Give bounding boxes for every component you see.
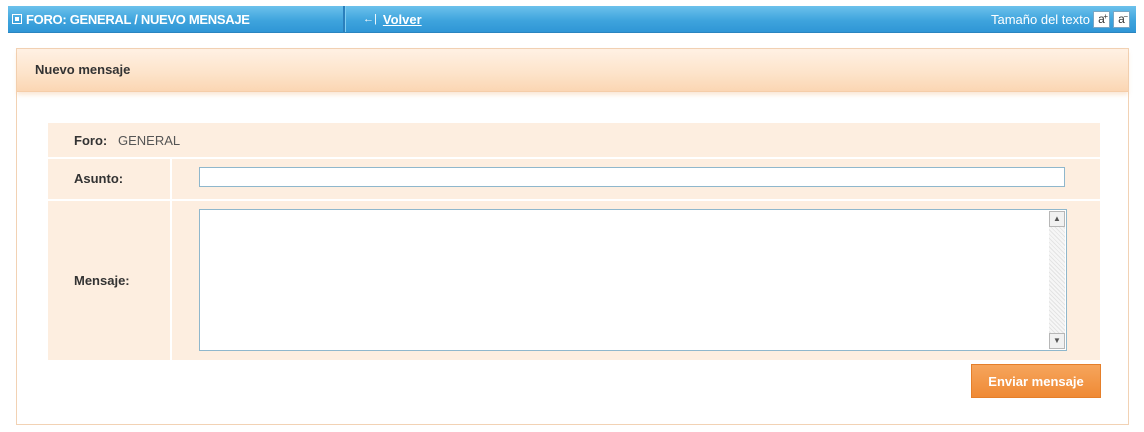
message-label: Mensaje: [74,273,130,288]
subject-label-cell: Asunto: [48,159,172,199]
scroll-down-icon[interactable]: ▼ [1049,333,1065,349]
minus-icon: − [1123,11,1128,21]
message-label-cell: Mensaje: [48,201,172,360]
new-message-panel: Nuevo mensaje Foro: GENERAL Asunto: Mens… [16,48,1129,425]
back-arrow-icon: ←| [363,13,377,25]
font-decrease-button[interactable]: a − [1113,10,1130,28]
breadcrumb: FORO: GENERAL / NUEVO MENSAJE [12,6,347,32]
top-bar: FORO: GENERAL / NUEVO MENSAJE ←| Volver … [8,6,1136,33]
message-row: Mensaje: ▲ ▼ [48,201,1100,360]
panel-title: Nuevo mensaje [35,62,131,77]
font-increase-button[interactable]: a + [1093,10,1110,28]
send-message-button[interactable]: Enviar mensaje [971,364,1101,398]
breadcrumb-text: FORO: GENERAL / NUEVO MENSAJE [26,11,250,27]
breadcrumb-bullet-icon [12,14,22,24]
message-textarea[interactable]: ▲ ▼ [199,209,1067,351]
subject-input[interactable] [199,167,1065,187]
back-link[interactable]: ←| Volver [363,6,422,32]
header-divider [343,6,346,32]
subject-label: Asunto: [74,171,124,186]
scroll-up-icon[interactable]: ▲ [1049,211,1065,227]
forum-value: GENERAL [118,133,181,148]
subject-row: Asunto: [48,159,1100,199]
font-size-label: Tamaño del texto [990,11,1090,27]
plus-icon: + [1103,11,1108,21]
message-scrollbar[interactable]: ▲ ▼ [1049,211,1065,349]
back-link-label: Volver [382,11,422,27]
font-size-controls: Tamaño del texto a + a − [991,6,1130,32]
panel-header: Nuevo mensaje [17,49,1128,92]
forum-row: Foro: GENERAL [48,123,1100,157]
forum-label: Foro: [74,133,108,148]
